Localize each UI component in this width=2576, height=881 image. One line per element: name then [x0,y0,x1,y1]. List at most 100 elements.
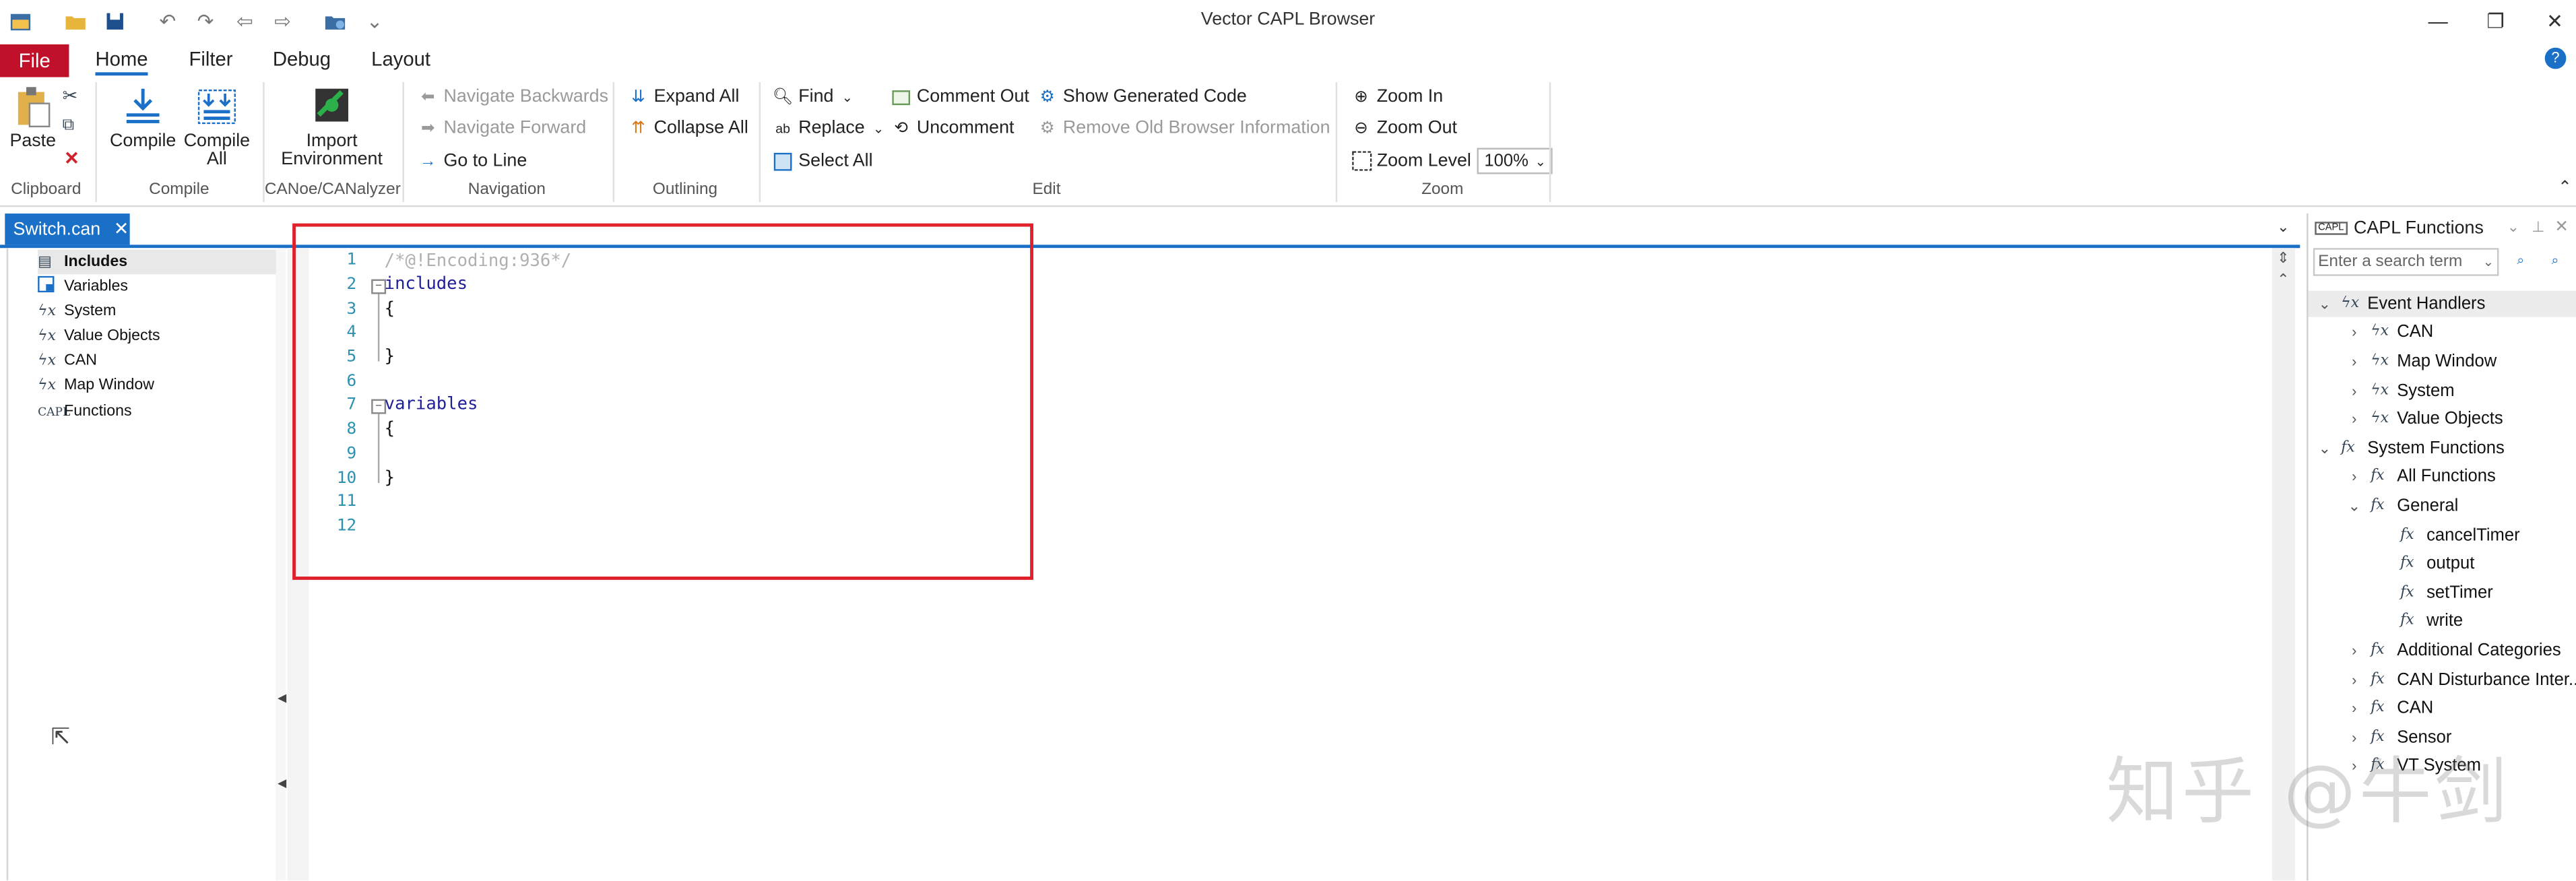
navigate-backwards-button[interactable]: ⬅ Navigate Backwards [417,84,608,110]
split-view-icon[interactable]: ⇕ [2277,250,2289,268]
close-pane-icon[interactable]: ✕ [2554,218,2568,236]
outline-item-value-objects[interactable]: ϟx Value Objects [38,323,160,348]
splitter-expand-icon[interactable]: ◀ [278,777,286,790]
outline-item-can[interactable]: ϟx CAN [38,348,97,373]
show-generated-code-button[interactable]: ⚙ Show Generated Code [1037,84,1247,110]
navigate-forward-label: Navigate Forward [443,118,587,138]
copy-icon[interactable]: ⧉ [63,117,74,135]
remove-old-browser-info-button[interactable]: ⚙ Remove Old Browser Information [1037,115,1330,141]
function-icon: fx [2400,555,2414,572]
outline-item-label: Functions [64,402,132,421]
tree-node-event-handlers[interactable]: ⌄ ϟx Event Handlers [2308,290,2576,317]
minimize-button[interactable]: — [2422,7,2455,36]
go-to-line-button[interactable]: → Go to Line [417,148,527,174]
tree-node-write[interactable]: fx write [2400,608,2463,634]
tree-node-general[interactable]: ⌄ fx General [2344,493,2459,519]
event-handler-icon: ϟx [38,352,56,369]
function-icon: fx [2371,672,2385,688]
navigation-group-label: Navigation [468,181,546,199]
tree-node-output[interactable]: fx output [2400,550,2474,577]
select-all-icon [772,150,794,172]
search-icon[interactable]: ⌕ [2517,253,2524,269]
collapse-all-button[interactable]: ⇈ Collapse All [628,115,748,141]
import-environment-button[interactable]: Import Environment [276,82,388,169]
find-button[interactable]: 🔍︎ Find ⌄ [772,84,853,110]
event-handler-icon: ϟx [38,327,56,344]
outline-item-functions[interactable]: CAPL Functions [38,399,131,424]
zoom-level-label: Zoom Level [1376,151,1471,171]
pin-icon[interactable]: ⊥ [2532,218,2544,236]
tab-list-chevron-icon[interactable]: ⌄ [2277,218,2289,236]
outline-item-includes[interactable]: ▤ Includes [38,249,276,275]
tab-layout[interactable]: Layout [371,48,430,71]
comment-out-button[interactable]: Comment Out [891,84,1029,110]
search-input[interactable]: Enter a search term ⌄ [2313,248,2499,276]
replace-button[interactable]: ab Replace ⌄ [772,115,884,141]
navigate-forward-button[interactable]: ➡ Navigate Forward [417,115,586,141]
select-all-button[interactable]: Select All [772,148,873,174]
tree-node-additional-categories[interactable]: › fx Additional Categories [2344,637,2561,663]
tree-node-label: output [2426,553,2475,574]
event-handler-icon: ϟx [2371,353,2389,370]
tree-node-all-functions[interactable]: › fx All Functions [2344,463,2496,490]
close-tab-icon[interactable]: ✕ [114,218,129,240]
zoom-level-select[interactable]: 100% ⌄ [1477,148,1553,174]
outline-item-label: Map Window [64,376,155,395]
tree-node-eh-system[interactable]: › ϟx System [2344,378,2454,404]
compile-all-button[interactable]: Compile All [181,86,253,169]
tree-node-eh-value-objects[interactable]: › ϟx Value Objects [2344,405,2503,432]
zoom-out-button[interactable]: ⊖ Zoom Out [1351,115,1457,141]
paste-button[interactable]: Paste [8,86,57,152]
document-tab-switch[interactable]: Switch.can ✕ [5,214,130,245]
collapse-ribbon-icon[interactable]: ⌃ [2558,179,2571,197]
uncomment-button[interactable]: ⟲ Uncomment [891,115,1014,141]
splitter-collapse-icon[interactable]: ◀ [278,692,286,705]
function-icon: fx [2371,497,2385,515]
tree-node-set-timer[interactable]: fx setTimer [2400,580,2493,606]
outline-item-system[interactable]: ϟx System [38,299,116,324]
tree-node-eh-can[interactable]: › ϟx CAN [2344,319,2433,345]
replace-dropdown-icon[interactable]: ⌄ [873,121,884,135]
tab-file[interactable]: File [0,44,69,77]
tab-home[interactable]: Home [95,48,148,76]
help-icon[interactable]: ? [2544,47,2567,69]
tree-node-system-functions[interactable]: ⌄ fx System Functions [2315,435,2505,461]
tree-node-sf-can[interactable]: › fx CAN [2344,695,2433,721]
compile-icon [126,88,160,123]
import-label-2: Environment [281,149,383,170]
tree-node-can-disturbance[interactable]: › fx CAN Disturbance Inter... [2344,667,2576,693]
tab-filter[interactable]: Filter [189,48,232,71]
compile-all-label-1: Compile [183,131,251,152]
find-icon: 🔍︎ [772,88,794,106]
import-label-1: Import [306,131,358,152]
outline-item-label: Value Objects [64,327,160,346]
pane-menu-icon[interactable]: ⌄ [2507,218,2519,236]
expand-all-button[interactable]: ⇊ Expand All [628,84,739,110]
ribbon: Paste ✂ ⧉ ✕ Clipboard Compile Compile Al… [0,77,2576,207]
event-handler-icon: ϟx [2371,323,2389,340]
restore-button[interactable]: ❐ [2479,7,2512,36]
tree-node-cancel-timer[interactable]: fx cancelTimer [2400,523,2520,549]
tree-node-eh-map-window[interactable]: › ϟx Map Window [2344,348,2497,374]
scroll-up-icon[interactable]: ⌃ [2277,271,2289,289]
capl-functions-icon: CAPL [38,405,71,418]
search-options-icon[interactable]: ⌕ [2551,253,2558,269]
outline-item-variables[interactable]: Variables [38,274,128,299]
tree-node-label: CAN Disturbance Inter... [2397,670,2576,690]
outline-item-label: System [64,302,117,321]
tab-debug[interactable]: Debug [273,48,331,71]
highlight-annotation-box [292,223,1034,580]
delete-icon[interactable]: ✕ [64,148,79,169]
cut-icon[interactable]: ✂ [63,86,77,106]
compile-button[interactable]: Compile [108,86,177,152]
outline-item-map-window[interactable]: ϟx Map Window [38,373,154,398]
zoom-in-button[interactable]: ⊕ Zoom In [1351,84,1443,110]
find-dropdown-icon[interactable]: ⌄ [842,90,853,104]
edit-group-label: Edit [1032,181,1061,199]
remove-old-label: Remove Old Browser Information [1062,118,1330,138]
goto-line-icon: → [420,152,437,170]
event-handler-icon: ϟx [2371,410,2389,428]
close-button[interactable]: ✕ [2538,7,2571,36]
function-icon: fx [2371,468,2385,485]
zoom-in-icon: ⊕ [1354,88,1368,106]
